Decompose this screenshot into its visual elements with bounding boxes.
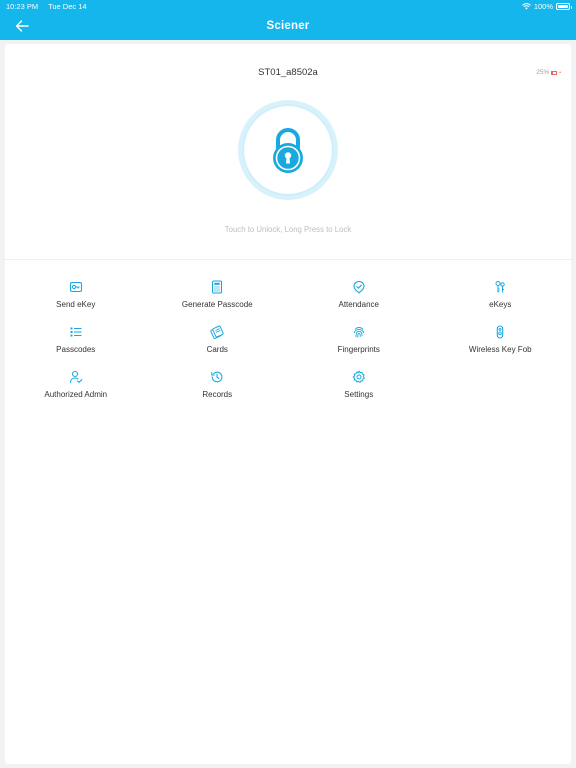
attendance-button[interactable]: Attendance	[288, 280, 430, 316]
fingerprints-label: Fingerprints	[337, 345, 380, 354]
unlock-hint: Touch to Unlock, Long Press to Lock	[224, 225, 352, 234]
passcodes-label: Passcodes	[56, 345, 96, 354]
status-bar: 10:23 PM Tue Dec 14 100%	[0, 0, 576, 12]
ekeys-icon	[495, 281, 505, 293]
status-right: 100%	[521, 1, 572, 11]
padlock-icon	[273, 128, 303, 173]
lock-panel: ST01_a8502a 25% • Touch to Unlock, Long …	[5, 44, 571, 764]
nav-bar: Sciener	[0, 12, 576, 40]
status-left: 10:23 PM Tue Dec 14	[6, 2, 95, 11]
wifi-icon	[521, 2, 531, 9]
arrow-left-icon	[15, 20, 29, 32]
battery-icon	[556, 2, 572, 10]
records-icon	[211, 371, 223, 383]
authorized-admin-button[interactable]: Authorized Admin	[5, 370, 147, 406]
ekeys-label: eKeys	[489, 300, 512, 309]
cards-icon	[210, 325, 224, 339]
fingerprints-button[interactable]: Fingerprints	[288, 325, 430, 361]
key-fob-icon	[497, 325, 504, 339]
status-battery-text: 100%	[533, 1, 553, 11]
lock-name: ST01_a8502a	[258, 67, 318, 78]
cards-label: Cards	[206, 345, 228, 354]
attendance-icon	[353, 280, 365, 294]
generate-passcode-label: Generate Passcode	[181, 300, 253, 309]
records-button[interactable]: Records	[147, 370, 289, 406]
authorized-admin-label: Authorized Admin	[44, 390, 108, 399]
settings-icon	[352, 370, 365, 383]
lock-battery: 25% •	[536, 69, 561, 76]
passcodes-icon	[70, 327, 82, 337]
page-title: Sciener	[266, 20, 310, 32]
send-ekey-button[interactable]: Send eKey	[5, 280, 147, 316]
divider	[5, 259, 571, 260]
settings-label: Settings	[344, 390, 374, 399]
attendance-label: Attendance	[338, 300, 379, 309]
status-time: 10:23 PM	[6, 1, 39, 11]
generate-passcode-button[interactable]: Generate Passcode	[147, 280, 289, 316]
charging-dot-icon: •	[559, 69, 561, 76]
unlock-button[interactable]	[238, 100, 338, 200]
cards-button[interactable]: Cards	[147, 325, 289, 361]
send-ekey-label: Send eKey	[56, 300, 96, 309]
lock-battery-text: 25%	[536, 69, 550, 76]
back-button[interactable]	[10, 16, 34, 36]
passcodes-button[interactable]: Passcodes	[5, 325, 147, 361]
wireless-key-fob-button[interactable]: Wireless Key Fob	[430, 325, 572, 361]
wireless-key-fob-label: Wireless Key Fob	[468, 345, 532, 354]
records-label: Records	[202, 390, 233, 399]
send-ekey-icon	[69, 281, 82, 293]
generate-passcode-icon	[212, 280, 223, 294]
fingerprint-icon	[353, 327, 364, 338]
low-battery-icon	[551, 70, 558, 75]
authorized-admin-icon	[69, 370, 83, 384]
status-date: Tue Dec 14	[48, 1, 87, 11]
menu-grid: Send eKey Generate Passcode Attendance e…	[5, 280, 571, 406]
settings-button[interactable]: Settings	[288, 370, 430, 406]
ekeys-button[interactable]: eKeys	[430, 280, 572, 316]
